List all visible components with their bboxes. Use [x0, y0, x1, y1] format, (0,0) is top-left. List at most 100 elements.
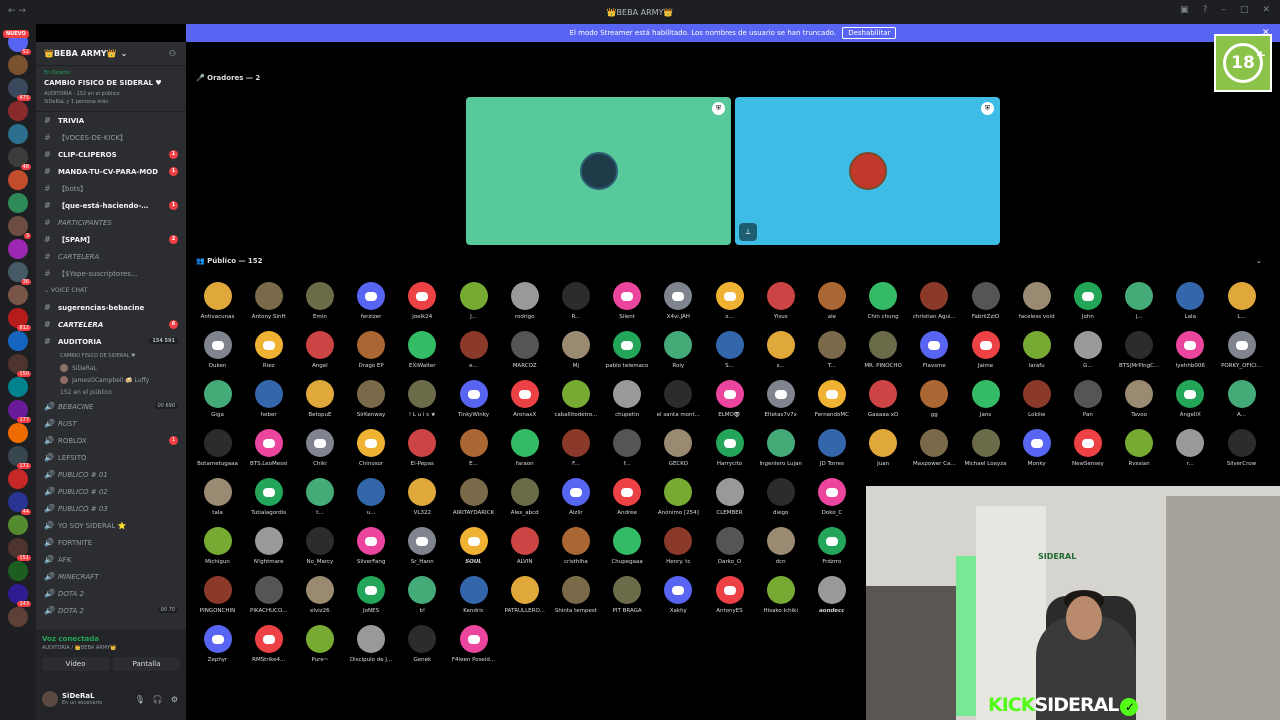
audience-member[interactable]: u...	[346, 478, 397, 516]
audience-member[interactable]: Aizlir	[550, 478, 601, 516]
channel-item[interactable]: 🔊 YO SOY SIDERAL ⭐	[36, 517, 186, 534]
audience-member[interactable]: Hisako Ichiki	[755, 576, 806, 614]
audience-member[interactable]: Yisus	[755, 282, 806, 320]
server-icon[interactable]	[8, 377, 28, 397]
maximize-button[interactable]: □	[1240, 5, 1249, 15]
audience-member[interactable]: Doko_C	[806, 478, 857, 516]
audience-member[interactable]: Michigun	[192, 527, 243, 565]
microphone-icon[interactable]: 🎙	[135, 695, 145, 704]
audience-member[interactable]: Darko_O	[704, 527, 755, 565]
audience-member[interactable]: ferzizer	[346, 282, 397, 320]
audience-member[interactable]: Roly	[653, 331, 704, 369]
audience-member[interactable]: 𝙎𝙊𝙐𝙇	[448, 527, 499, 565]
channel-item[interactable]: 🔊 LEFSITO	[36, 449, 186, 466]
live-event-card[interactable]: En Directo CAMBIO FISICO DE SIDERAL ♥ AU…	[36, 66, 186, 112]
headphones-icon[interactable]: 🎧	[153, 695, 163, 704]
channel-item[interactable]: # 【bots】	[36, 180, 186, 197]
server-icon[interactable]	[8, 193, 28, 213]
audience-member[interactable]: Chupegaaa	[602, 527, 653, 565]
audience-member[interactable]: Gaaaaa xD	[858, 380, 909, 418]
audience-member[interactable]: SilverCrow	[1216, 429, 1267, 467]
server-icon[interactable]: 171	[8, 446, 31, 469]
help-icon[interactable]: ?	[1203, 5, 1208, 15]
audience-member[interactable]: MR. PINOCHO	[858, 331, 909, 369]
audience-member[interactable]: MARCOZ	[499, 331, 550, 369]
audience-member[interactable]: Emin	[294, 282, 345, 320]
audience-member[interactable]: CLEMBER	[704, 478, 755, 516]
audience-member[interactable]: PORKY_OFICI...	[1216, 331, 1267, 369]
speaker-tile[interactable]: ⛨	[466, 97, 731, 245]
audience-member[interactable]: Xakhy	[653, 576, 704, 614]
server-icon[interactable]: 812	[8, 308, 31, 331]
audience-member[interactable]: PIT BRAGA	[602, 576, 653, 614]
audience-member[interactable]: AronaxX	[499, 380, 550, 418]
audience-member[interactable]: Frdzrro	[806, 527, 857, 565]
audience-member[interactable]: chupetin	[602, 380, 653, 418]
channel-item[interactable]: 🔊 DOTA 2 00 70	[36, 602, 186, 619]
audience-member[interactable]: Shinta tempest	[550, 576, 601, 614]
audience-member[interactable]: Chin chung	[858, 282, 909, 320]
audience-member[interactable]: Botametugaaa	[192, 429, 243, 467]
audience-member[interactable]: Maxpower Ca...	[909, 429, 960, 467]
audience-member[interactable]: Tavoo	[1114, 380, 1165, 418]
audience-member[interactable]: t...	[294, 478, 345, 516]
channel-item[interactable]: # CLIP-CLIPEROS 1	[36, 146, 186, 163]
audience-member[interactable]: 𝙖𝙤𝙣𝙙𝙚𝙘𝙘	[806, 576, 857, 614]
audience-member[interactable]: cristhiha	[550, 527, 601, 565]
audience-member[interactable]: Sr_Hann	[397, 527, 448, 565]
audience-member[interactable]: X4vi.JAH	[653, 282, 704, 320]
audience-member[interactable]: Riez	[243, 331, 294, 369]
audience-member[interactable]: heber	[243, 380, 294, 418]
close-window-button[interactable]: ✕	[1262, 5, 1270, 15]
audience-member[interactable]: FabriiZziO	[960, 282, 1011, 320]
audience-member[interactable]: JoNES	[346, 576, 397, 614]
audience-member[interactable]: Pan	[1062, 380, 1113, 418]
category-voice-chat[interactable]: ⌄ VOICE CHAT	[36, 282, 186, 299]
channel-item[interactable]: 🔊 BEBACINE 00 690	[36, 398, 186, 415]
channel-item[interactable]: 🔊 DOTA 2	[36, 585, 186, 602]
audience-member[interactable]: Drago EP	[346, 331, 397, 369]
server-icon[interactable]	[8, 239, 28, 259]
audience-member[interactable]: Angel	[294, 331, 345, 369]
audience-member[interactable]: RMStrike4...	[243, 625, 294, 663]
server-icon[interactable]	[8, 561, 28, 581]
channel-item[interactable]: # CARTELERA	[36, 248, 186, 265]
audience-member[interactable]: diego	[755, 478, 806, 516]
audience-member[interactable]: e...	[448, 331, 499, 369]
server-icon[interactable]	[8, 607, 28, 627]
audience-member[interactable]: SirKenway	[346, 380, 397, 418]
stage-user[interactable]: JamesOCampbell 🍻 Luffy	[36, 374, 186, 386]
audience-member[interactable]: John	[1062, 282, 1113, 320]
audience-member[interactable]: F4leen Poseid...	[448, 625, 499, 663]
server-header[interactable]: 👑BEBA ARMY👑 ⌄ ⚇	[36, 42, 186, 66]
audience-member[interactable]: Genek	[397, 625, 448, 663]
stage-user[interactable]: SiDeRaL	[36, 362, 186, 374]
audience-member[interactable]: faceless void	[1011, 282, 1062, 320]
audience-member[interactable]: rodrigo	[499, 282, 550, 320]
gear-icon[interactable]: ⚙	[171, 695, 178, 704]
audience-member[interactable]: Ingeniero Lujan	[755, 429, 806, 467]
audience-member[interactable]: AIRITAYDARICK	[448, 478, 499, 516]
audience-member[interactable]: NewSensey	[1062, 429, 1113, 467]
channel-item[interactable]: # CARTELERA 6	[36, 316, 186, 333]
audience-member[interactable]: r...	[1165, 429, 1216, 467]
audience-member[interactable]: s...	[755, 331, 806, 369]
add-friend-icon[interactable]: ⚇	[169, 49, 176, 58]
minimize-button[interactable]: –	[1221, 5, 1226, 15]
audience-member[interactable]: Antivacunas	[192, 282, 243, 320]
server-icon[interactable]	[8, 285, 28, 305]
server-icon[interactable]: 151	[8, 538, 31, 561]
audience-member[interactable]: TinkyWinky	[448, 380, 499, 418]
channel-item[interactable]: 🔊 FORTNITE	[36, 534, 186, 551]
audience-member[interactable]: elviz26	[294, 576, 345, 614]
audience-member[interactable]: Jaime	[960, 331, 1011, 369]
server-icon[interactable]	[8, 423, 28, 443]
audience-member[interactable]: lyehhb006	[1165, 331, 1216, 369]
audience-member[interactable]: Monky	[1011, 429, 1062, 467]
audience-member[interactable]: GECKO	[653, 429, 704, 467]
audience-member[interactable]: Anónimo [254]	[653, 478, 704, 516]
audience-member[interactable]: AngelIX	[1165, 380, 1216, 418]
audience-member[interactable]: BTS|MrPingC...	[1114, 331, 1165, 369]
audience-member[interactable]: x...	[704, 282, 755, 320]
audience-member[interactable]: FernandoMC	[806, 380, 857, 418]
